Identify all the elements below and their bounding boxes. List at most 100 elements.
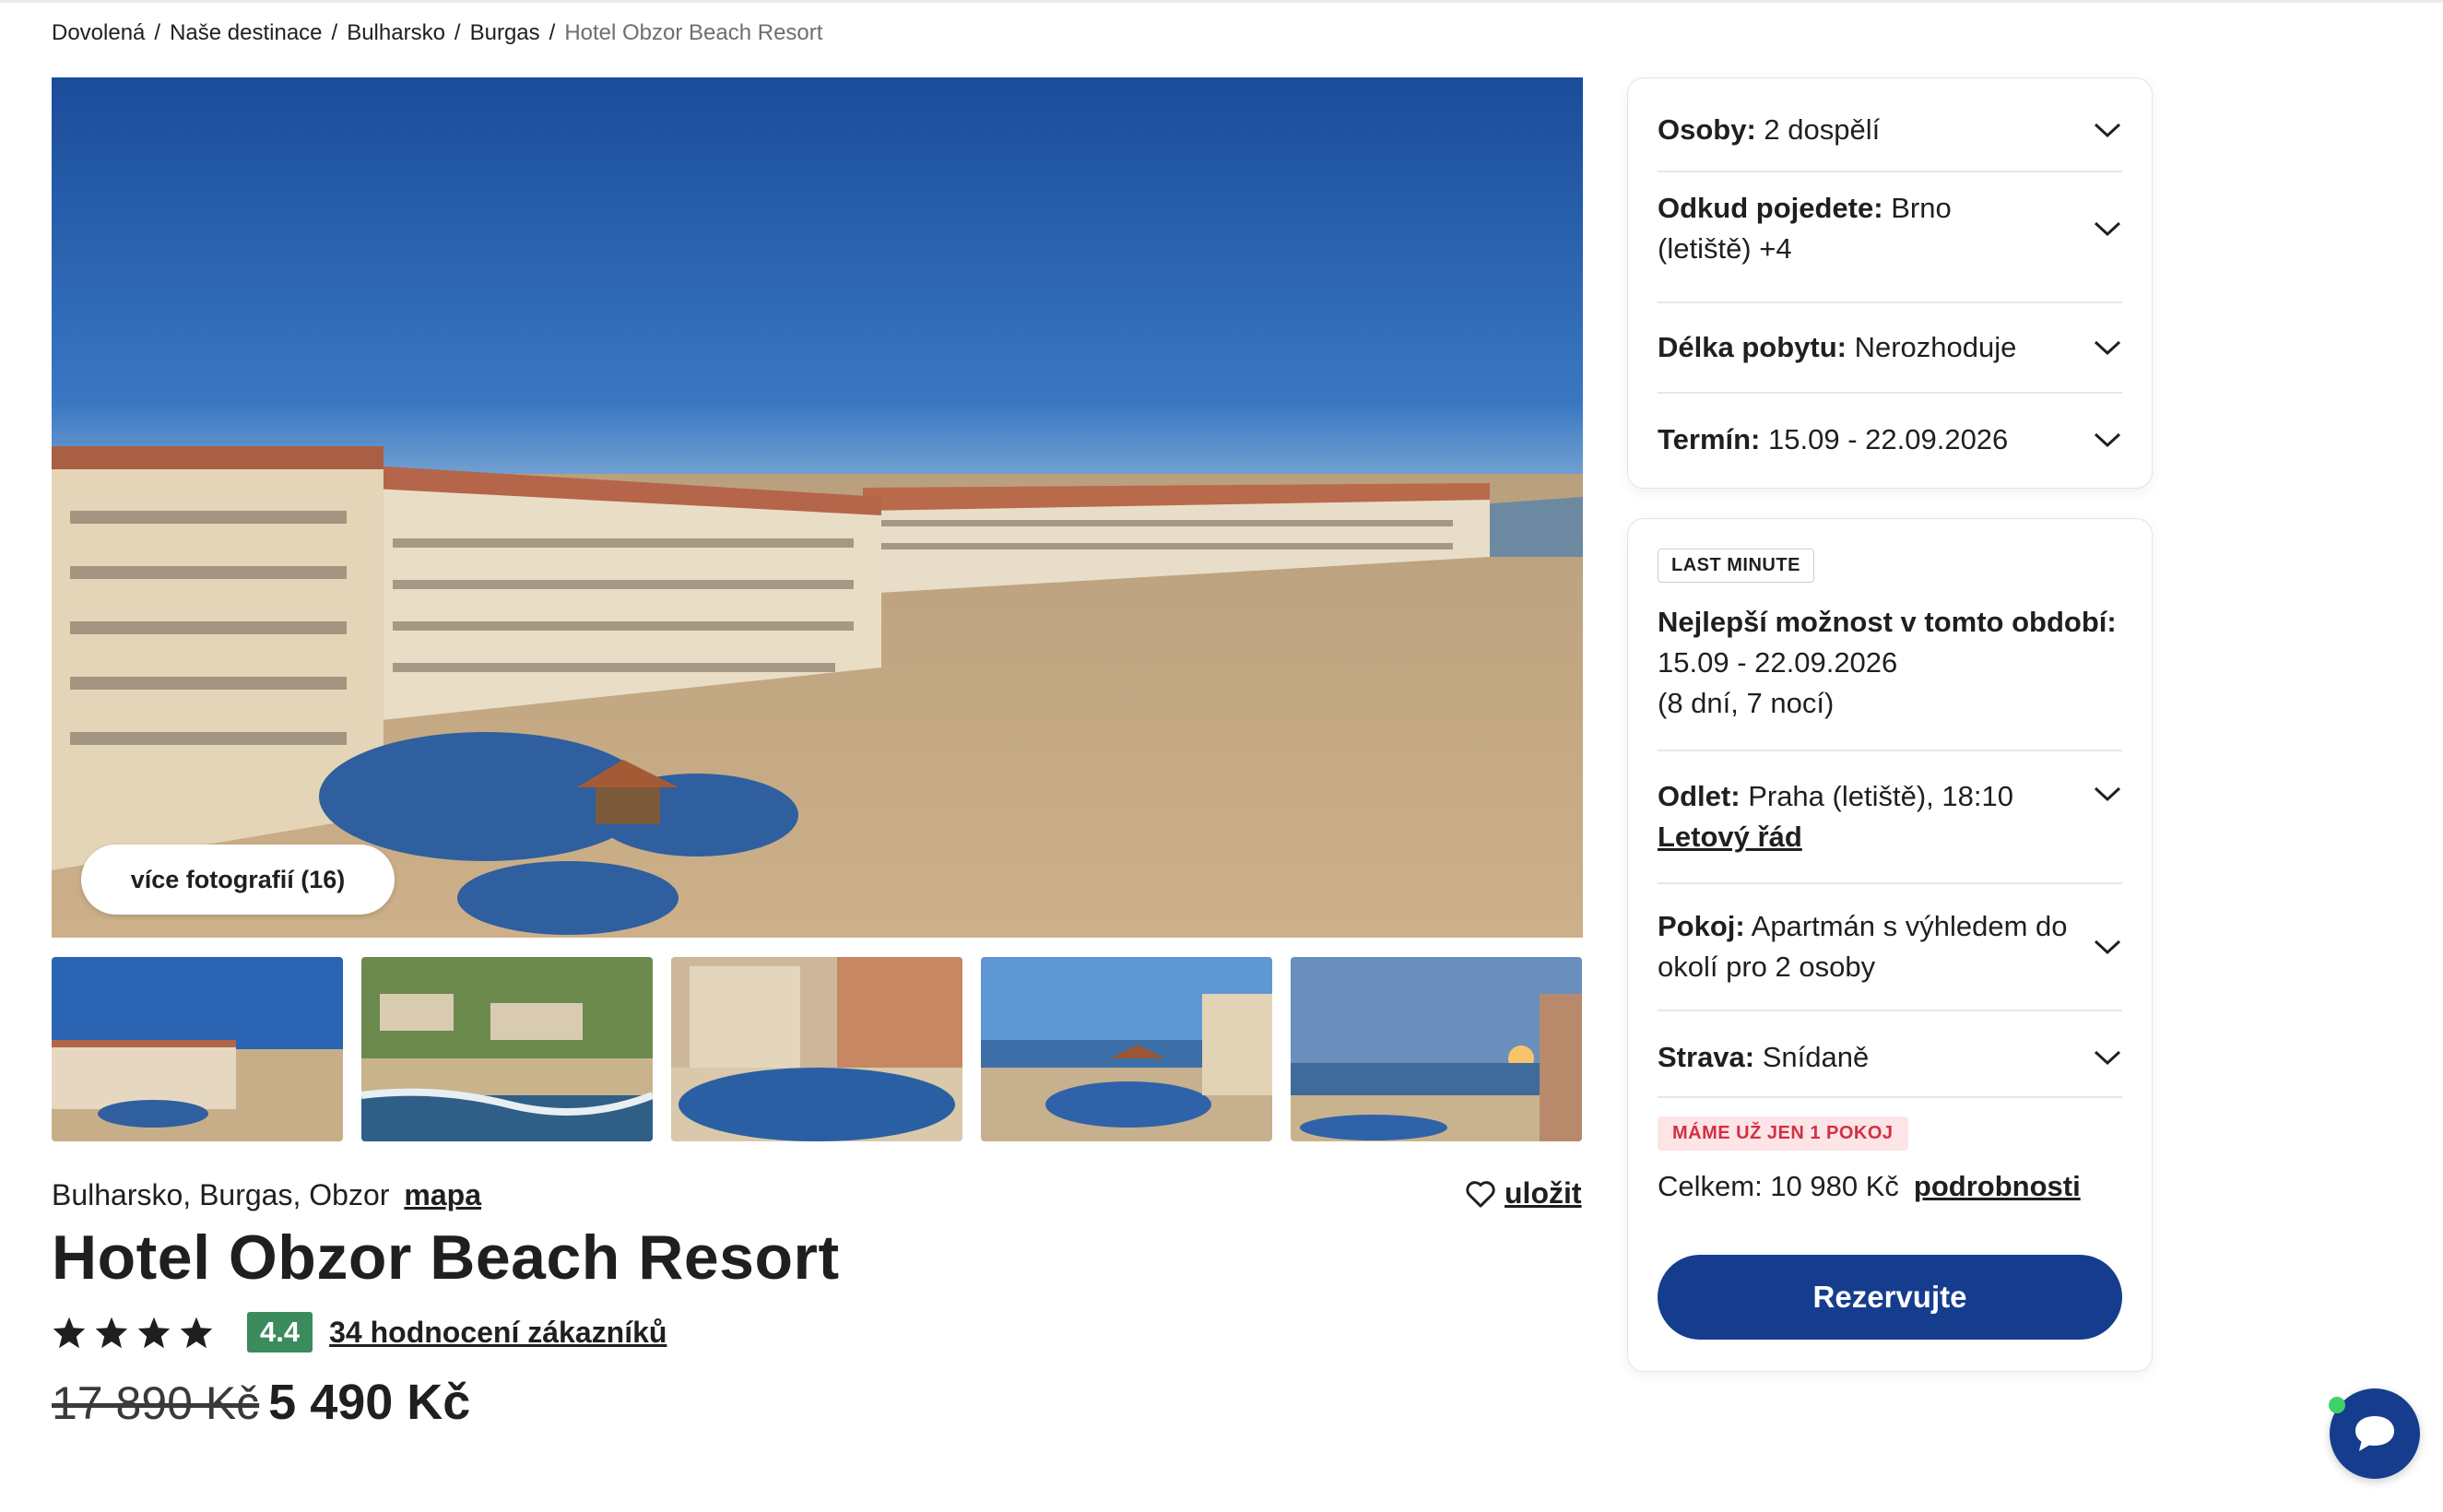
persons-select[interactable]: Osoby: 2 dospělí (1658, 102, 2122, 158)
availability-badge: MÁME UŽ JEN 1 POKOJ (1658, 1116, 1908, 1151)
room-label-group: Pokoj: Apartmán s výhledem do okolí pro … (1658, 906, 2068, 987)
departure-city-value-line1: Brno (1891, 192, 1952, 224)
heart-icon (1466, 1180, 1495, 1208)
best-option: Nejlepší možnost v tomto období: 15.09 -… (1658, 602, 2117, 724)
save-button[interactable]: uložit (1464, 1176, 1582, 1211)
flight-select[interactable]: Odlet: Praha (letiště), 18:10 Letový řád (1658, 766, 2122, 868)
divider (1658, 1010, 2122, 1011)
thumbnail-image (52, 957, 343, 1141)
thumbnail-image (671, 957, 962, 1141)
breadcrumb-burgas[interactable]: Burgas (470, 20, 540, 46)
room-select[interactable]: Pokoj: Apartmán s výhledem do okolí pro … (1658, 901, 2122, 993)
thumbnail-sunset-sea-view[interactable] (1291, 957, 1582, 1141)
thumbnail-image (981, 957, 1272, 1141)
date-label: Termín: (1658, 423, 1761, 455)
breadcrumb-separator: / (154, 20, 161, 45)
board-label: Strava: (1658, 1041, 1755, 1073)
persons-label: Osoby: (1658, 113, 1756, 146)
divider (1658, 301, 2122, 303)
location-text: Bulharsko, Burgas, Obzor (52, 1178, 390, 1211)
best-option-title: Nejlepší možnost v tomto období: (1658, 606, 2117, 638)
search-filter-panel: Osoby: 2 dospělí Odkud pojedete: Brno (l… (1627, 77, 2153, 489)
chevron-down-icon (2094, 1050, 2121, 1066)
total-price-row: Celkem: 10 980 Kč podrobnosti (1658, 1170, 2081, 1203)
best-option-dates: 15.09 - 22.09.2026 (1658, 646, 1898, 679)
breadcrumb-destinace[interactable]: Naše destinace (170, 20, 322, 46)
stay-length-value: Nerozhoduje (1854, 331, 2017, 363)
star-icon (95, 1317, 128, 1349)
thumbnail-image (361, 957, 653, 1141)
old-price: 17 890 Kč (52, 1377, 260, 1429)
best-option-duration: (8 dní, 7 nocí) (1658, 687, 1835, 719)
breadcrumb-separator: / (331, 20, 338, 45)
last-minute-badge: LAST MINUTE (1658, 549, 1814, 583)
persons-value: 2 dospělí (1764, 113, 1881, 146)
star-icon (53, 1317, 86, 1349)
thumbnail-image (1291, 957, 1582, 1141)
reviews-link[interactable]: 34 hodnocení zákazníků (329, 1316, 667, 1350)
stay-length-label-group: Délka pobytu: Nerozhoduje (1658, 327, 2016, 368)
save-label: uložit (1505, 1176, 1582, 1210)
persons-label-group: Osoby: 2 dospělí (1658, 110, 1880, 150)
departure-city-label-group: Odkud pojedete: Brno (letiště) +4 (1658, 188, 1952, 269)
top-border (0, 0, 2443, 3)
date-value: 15.09 - 22.09.2026 (1768, 423, 2009, 455)
breadcrumb-current: Hotel Obzor Beach Resort (564, 20, 823, 45)
board-label-group: Strava: Snídaně (1658, 1037, 1869, 1078)
chevron-down-icon (2094, 939, 2121, 955)
chevron-down-icon (2094, 340, 2121, 356)
rating-badge: 4.4 (247, 1312, 313, 1353)
departure-city-label: Odkud pojedete: (1658, 192, 1883, 224)
star-rating (52, 1316, 214, 1349)
hotel-title: Hotel Obzor Beach Resort (52, 1223, 840, 1293)
current-price: 5 490 Kč (268, 1375, 471, 1430)
date-select[interactable]: Termín: 15.09 - 22.09.2026 (1658, 412, 2122, 467)
reserve-button[interactable]: Rezervujte (1658, 1255, 2122, 1340)
details-link[interactable]: podrobnosti (1914, 1170, 2081, 1203)
chevron-down-icon (2094, 221, 2121, 237)
board-value: Snídaně (1762, 1041, 1870, 1073)
map-link[interactable]: mapa (404, 1178, 481, 1212)
thumbnail-hotel-beach-aerial[interactable] (52, 957, 343, 1141)
divider (1658, 1096, 2122, 1098)
price-row: 17 890 Kč 5 490 Kč (52, 1374, 470, 1431)
flight-value: Praha (letiště), 18:10 (1748, 780, 2013, 812)
divider (1658, 750, 2122, 751)
rating-row: 4.4 34 hodnocení zákazníků (52, 1309, 667, 1355)
breadcrumb-bulharsko[interactable]: Bulharsko (347, 20, 445, 46)
main-hotel-photo[interactable] (52, 77, 1583, 938)
flight-label-group: Odlet: Praha (letiště), 18:10 Letový řád (1658, 776, 2013, 857)
hotel-resort-illustration (52, 77, 1583, 938)
thumbnail-pool-sea-view[interactable] (981, 957, 1272, 1141)
chevron-down-icon (2094, 123, 2121, 138)
room-label: Pokoj: (1658, 910, 1745, 942)
divider (1658, 882, 2122, 884)
hotel-location: Bulharsko, Burgas, Obzor mapa (52, 1178, 481, 1212)
thumbnail-pool-courtyard[interactable] (671, 957, 962, 1141)
breadcrumb: Dovolená / Naše destinace / Bulharsko / … (52, 17, 822, 50)
thumbnail-coastline-aerial[interactable] (361, 957, 653, 1141)
departure-city-value-line2: (letiště) +4 (1658, 232, 1792, 265)
divider (1658, 392, 2122, 394)
divider (1658, 171, 2122, 172)
flight-schedule-link[interactable]: Letový řád (1658, 821, 1802, 853)
room-value-line1: Apartmán s výhledem do (1751, 910, 2068, 942)
chat-bubble-icon (2355, 1416, 2394, 1451)
star-icon (180, 1317, 213, 1349)
room-value-line2: okolí pro 2 osoby (1658, 951, 1876, 983)
stay-length-select[interactable]: Délka pobytu: Nerozhoduje (1658, 320, 2122, 375)
star-icon (137, 1317, 171, 1349)
departure-city-select[interactable]: Odkud pojedete: Brno (letiště) +4 (1658, 187, 2122, 270)
breadcrumb-dovolena[interactable]: Dovolená (52, 20, 145, 46)
board-select[interactable]: Strava: Snídaně (1658, 1028, 2122, 1087)
chevron-down-icon (2094, 432, 2121, 448)
chevron-down-icon (2094, 786, 2121, 802)
breadcrumb-separator: / (454, 20, 461, 45)
offer-panel: LAST MINUTE Nejlepší možnost v tomto obd… (1627, 518, 2153, 1372)
total-price: Celkem: 10 980 Kč (1658, 1170, 1899, 1202)
stay-length-label: Délka pobytu: (1658, 331, 1847, 363)
online-status-dot (2329, 1397, 2345, 1413)
breadcrumb-separator: / (549, 20, 556, 45)
date-label-group: Termín: 15.09 - 22.09.2026 (1658, 419, 2008, 460)
more-photos-button[interactable]: více fotografií (16) (81, 845, 395, 915)
